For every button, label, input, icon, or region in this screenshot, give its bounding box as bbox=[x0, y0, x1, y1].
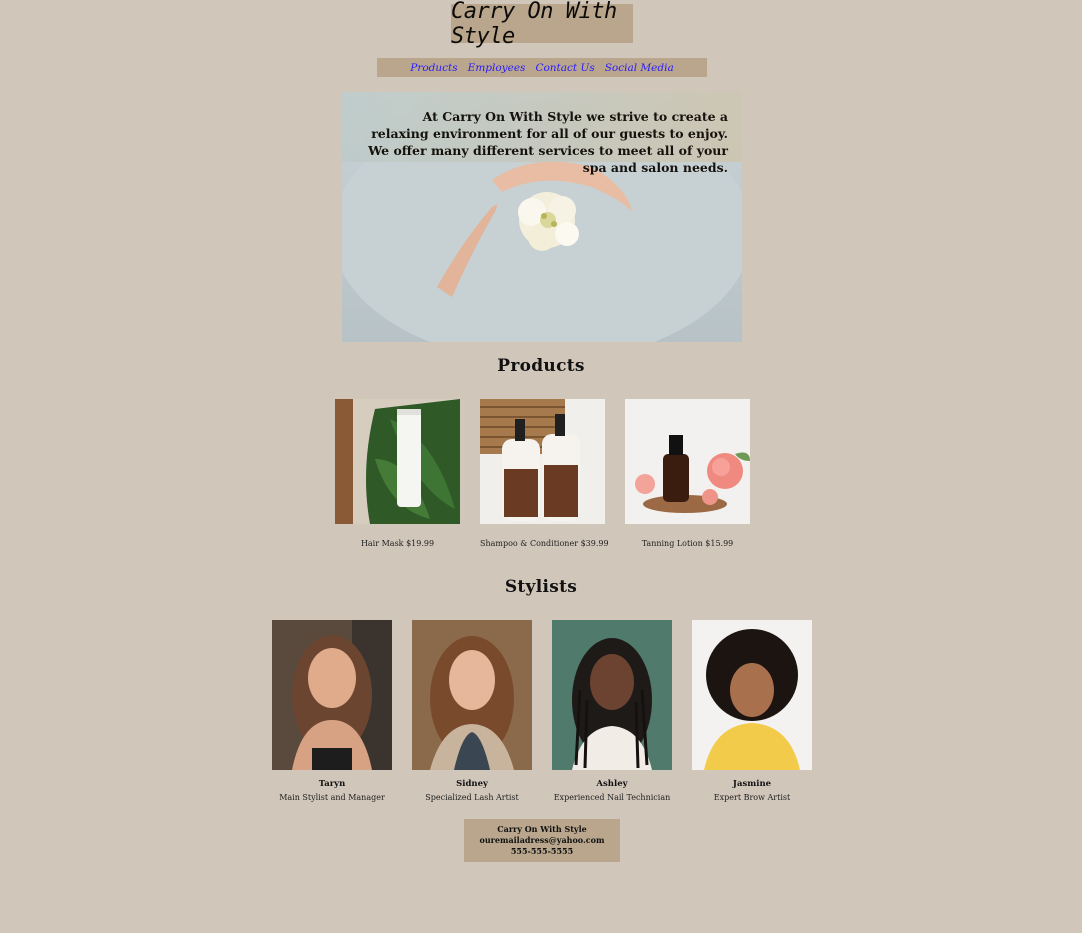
stylist-role: Experienced Nail Technician bbox=[553, 793, 671, 802]
stylist-photo bbox=[692, 620, 812, 770]
hero-text: At Carry On With Style we strive to crea… bbox=[368, 109, 728, 175]
product-caption: Hair Mask $19.99 bbox=[360, 539, 435, 548]
product-caption: Tanning Lotion $15.99 bbox=[641, 539, 734, 548]
product-card: Shampoo & Conditioner $39.99 bbox=[480, 399, 609, 548]
stylist-name: Sidney bbox=[456, 779, 488, 789]
nav-link-products[interactable]: Products bbox=[410, 62, 457, 74]
stylist-photo bbox=[552, 620, 672, 770]
stylist-card: Taryn Main Stylist and Manager bbox=[272, 620, 392, 802]
stylist-role: Specialized Lash Artist bbox=[425, 793, 519, 802]
stylist-photo bbox=[412, 620, 532, 770]
main-nav: Products Employees Contact Us Social Med… bbox=[377, 58, 707, 77]
footer-business-name: Carry On With Style bbox=[497, 824, 587, 834]
footer-email: ouremailadress@yahoo.com bbox=[479, 835, 605, 845]
tanning-lotion-image bbox=[625, 399, 750, 524]
nav-link-contact-us[interactable]: Contact Us bbox=[535, 62, 594, 74]
stylist-role: Main Stylist and Manager bbox=[279, 793, 385, 802]
shampoo-conditioner-image bbox=[480, 399, 605, 524]
stylist-name: Jasmine bbox=[732, 779, 772, 789]
product-card: Tanning Lotion $15.99 bbox=[625, 399, 750, 548]
footer-phone: 555-555-5555 bbox=[510, 846, 574, 856]
stylist-name: Taryn bbox=[318, 779, 346, 789]
stylist-card: Ashley Experienced Nail Technician bbox=[552, 620, 672, 802]
hero-banner: At Carry On With Style we strive to crea… bbox=[342, 92, 742, 342]
stylist-card: Jasmine Expert Brow Artist bbox=[692, 620, 812, 802]
footer-contact: Carry On With Style ouremailadress@yahoo… bbox=[464, 819, 620, 862]
products-heading: Products bbox=[497, 356, 585, 376]
stylist-card: Sidney Specialized Lash Artist bbox=[412, 620, 532, 802]
nav-link-social-media[interactable]: Social Media bbox=[605, 62, 674, 74]
nav-link-employees[interactable]: Employees bbox=[468, 62, 526, 74]
hair-mask-image bbox=[335, 399, 460, 524]
product-caption: Shampoo & Conditioner $39.99 bbox=[480, 539, 609, 548]
stylist-role: Expert Brow Artist bbox=[713, 793, 791, 802]
product-card: Hair Mask $19.99 bbox=[335, 399, 460, 548]
stylist-name: Ashley bbox=[596, 779, 628, 789]
stylists-heading: Stylists bbox=[504, 577, 578, 597]
site-logo: Carry On With Style bbox=[451, 0, 633, 49]
stylist-photo bbox=[272, 620, 392, 770]
